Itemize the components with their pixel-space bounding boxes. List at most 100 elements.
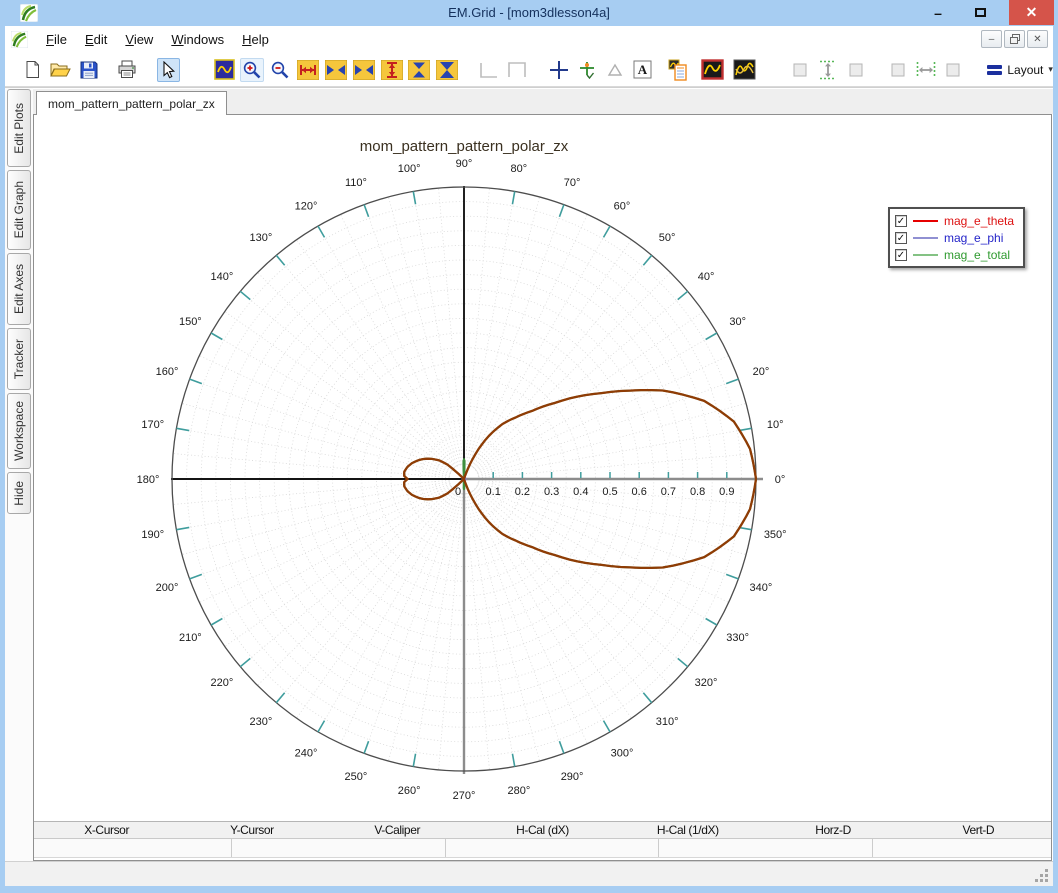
menu-item-view[interactable]: View bbox=[116, 29, 162, 50]
svg-text:290°: 290° bbox=[561, 771, 584, 783]
zoom-in-button[interactable] bbox=[240, 57, 265, 82]
compress-x-button[interactable] bbox=[352, 58, 376, 82]
svg-text:240°: 240° bbox=[295, 748, 318, 760]
svg-text:0°: 0° bbox=[775, 474, 786, 486]
svg-text:90°: 90° bbox=[456, 158, 473, 170]
svg-text:230°: 230° bbox=[249, 716, 272, 728]
expand-horizontal-disabled-button[interactable] bbox=[914, 58, 938, 82]
print-button[interactable] bbox=[115, 58, 139, 82]
zoom-out-button[interactable] bbox=[268, 58, 292, 82]
sidebar-tab-edit-plots[interactable]: Edit Plots bbox=[7, 89, 31, 167]
legend-row-mag_e_theta: ✓ mag_e_theta bbox=[895, 212, 1014, 229]
gray-box-icon bbox=[849, 63, 863, 76]
single-curve-icon bbox=[701, 59, 724, 80]
single-curve-button[interactable] bbox=[700, 58, 724, 82]
cursor-value-cell bbox=[873, 839, 1051, 857]
svg-text:160°: 160° bbox=[156, 366, 179, 378]
crosshair-icon bbox=[549, 60, 568, 79]
cursor-col-header: X-Cursor bbox=[84, 823, 130, 837]
legend-line-sample bbox=[913, 236, 938, 239]
halign-right-box-button[interactable] bbox=[941, 58, 965, 82]
stretch-y-icon bbox=[408, 59, 431, 80]
mdi-minimize-button[interactable]: – bbox=[981, 30, 1002, 48]
cursor-value-cell bbox=[659, 839, 873, 857]
resize-grip[interactable] bbox=[1035, 869, 1048, 882]
expand-vertical-disabled-button[interactable] bbox=[816, 58, 840, 82]
valign-left-box-button[interactable] bbox=[788, 58, 812, 82]
compress-y-button[interactable] bbox=[435, 58, 459, 82]
pointer-tool-button[interactable] bbox=[156, 57, 181, 82]
chevron-down-icon: ▾ bbox=[1048, 64, 1053, 74]
sidebar-tab-hide[interactable]: Hide bbox=[7, 472, 31, 514]
legend-row-mag_e_phi: ✓ mag_e_phi bbox=[895, 229, 1014, 246]
sidebar-tab-tracker[interactable]: Tracker bbox=[7, 328, 31, 390]
sidebar-tab-edit-axes[interactable]: Edit Axes bbox=[7, 253, 31, 325]
sidebar-tab-label: Workspace bbox=[12, 401, 26, 461]
plot-content: 0° 10° 20° 30° 40° 50° 60° 70° 80° 90° 100° 110° 120… bbox=[33, 114, 1052, 861]
sidebar-tab-workspace[interactable]: Workspace bbox=[7, 393, 31, 469]
mdi-restore-button[interactable] bbox=[1004, 30, 1025, 48]
axes-corner-button-2[interactable] bbox=[505, 58, 529, 82]
mdi-window-buttons: – ✕ bbox=[981, 30, 1048, 48]
axes-corner-button-1[interactable] bbox=[477, 58, 501, 82]
legend-checkbox-mag_e_phi[interactable]: ✓ bbox=[895, 231, 907, 244]
menu-item-edit[interactable]: Edit bbox=[76, 29, 116, 50]
tracker-button[interactable] bbox=[575, 58, 599, 82]
svg-text:0.6: 0.6 bbox=[632, 486, 647, 498]
save-floppy-icon bbox=[80, 61, 98, 78]
restore-icon bbox=[1009, 34, 1020, 44]
menu-bar: File Edit View Windows Help – ✕ bbox=[5, 26, 1053, 53]
stretch-y-button[interactable] bbox=[408, 58, 432, 82]
toolbar: A Layout ▾ bbox=[5, 53, 1053, 87]
close-button[interactable]: ✕ bbox=[1009, 0, 1054, 25]
fit-plot-button[interactable] bbox=[212, 58, 236, 82]
multi-curve-button[interactable] bbox=[732, 58, 756, 82]
layout-button[interactable]: Layout ▾ bbox=[987, 63, 1053, 77]
text-label-button[interactable]: A bbox=[631, 58, 655, 82]
app-logo-small-icon bbox=[11, 31, 28, 48]
mdi-close-button[interactable]: ✕ bbox=[1027, 30, 1048, 48]
cursor-col-header: Horz-D bbox=[815, 823, 851, 837]
sidebar-tab-edit-graph[interactable]: Edit Graph bbox=[7, 170, 31, 250]
halign-left-box-button[interactable] bbox=[886, 58, 910, 82]
expand-y-full-button[interactable] bbox=[380, 58, 404, 82]
menu-item-file[interactable]: File bbox=[37, 29, 76, 50]
plot-legend: ✓ mag_e_theta ✓ mag_e_phi ✓ mag_e_total bbox=[888, 207, 1026, 268]
cursor-col-header: Y-Cursor bbox=[230, 823, 274, 837]
legend-report-icon bbox=[668, 59, 688, 81]
pointer-arrow-icon bbox=[163, 60, 176, 78]
open-button[interactable] bbox=[49, 58, 73, 82]
title-bar: EM.Grid - [mom3dlesson4a] – ✕ bbox=[0, 0, 1058, 26]
minimize-button[interactable]: – bbox=[918, 0, 958, 25]
new-file-button[interactable] bbox=[21, 58, 45, 82]
sidebar-tab-label: Edit Graph bbox=[12, 181, 26, 239]
expand-y-full-icon bbox=[380, 59, 403, 80]
cursor-value-cell bbox=[446, 839, 660, 857]
document-tab[interactable]: mom_pattern_pattern_polar_zx bbox=[36, 91, 227, 115]
svg-text:270°: 270° bbox=[453, 790, 476, 802]
layout-label: Layout bbox=[1007, 62, 1044, 77]
save-button[interactable] bbox=[77, 58, 101, 82]
cursor-col-header: Vert-D bbox=[962, 823, 995, 837]
menu-item-help[interactable]: Help bbox=[233, 29, 278, 50]
expand-x-full-button[interactable] bbox=[296, 58, 320, 82]
cursor-value-cell bbox=[34, 839, 233, 857]
text-label-icon: A bbox=[633, 60, 652, 79]
svg-text:190°: 190° bbox=[141, 529, 164, 541]
svg-text:170°: 170° bbox=[141, 419, 164, 431]
sidebar-tab-label: Hide bbox=[12, 480, 26, 506]
svg-text:130°: 130° bbox=[249, 232, 272, 244]
maximize-button[interactable] bbox=[960, 0, 1000, 25]
layout-icon bbox=[987, 64, 1003, 75]
legend-checkbox-mag_e_total[interactable]: ✓ bbox=[895, 248, 907, 261]
valign-right-box-button[interactable] bbox=[844, 58, 868, 82]
sidebar-tab-label: Edit Axes bbox=[12, 263, 26, 315]
triangle-marker-button[interactable] bbox=[603, 58, 627, 82]
menu-item-windows[interactable]: Windows bbox=[162, 29, 233, 50]
crosshair-button[interactable] bbox=[547, 58, 571, 82]
legend-checkbox-mag_e_theta[interactable]: ✓ bbox=[895, 214, 907, 227]
svg-text:100°: 100° bbox=[398, 163, 421, 175]
stretch-x-button[interactable] bbox=[324, 58, 348, 82]
gray-box-icon bbox=[891, 63, 905, 76]
legend-report-button[interactable] bbox=[667, 58, 691, 82]
